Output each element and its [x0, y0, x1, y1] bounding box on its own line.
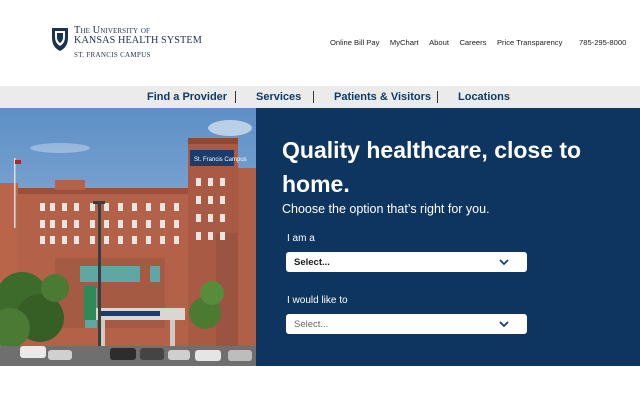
jayhawk-shield-logo-icon: [52, 28, 68, 51]
nav-divider: [313, 91, 314, 103]
main-nav: Find a Provider Services Patients & Visi…: [0, 86, 640, 108]
phone-number-link[interactable]: 785-295-8000: [579, 38, 626, 47]
nav-item-patients-visitors[interactable]: Patients & Visitors: [334, 91, 431, 103]
chevron-down-icon: [499, 321, 509, 328]
i-would-like-to-label: I would like to: [287, 295, 348, 306]
nav-divider: [437, 91, 438, 103]
i-would-like-to-select[interactable]: Select...: [286, 314, 527, 334]
utility-link-online-bill-pay[interactable]: Online Bill Pay: [330, 38, 379, 47]
utility-link-careers[interactable]: Careers: [459, 38, 486, 47]
i-am-a-select[interactable]: Select...: [286, 252, 527, 272]
hero-section: St. Francis Campus Quality healthcare, c…: [0, 108, 640, 366]
nav-item-find-a-provider[interactable]: Find a Provider: [147, 91, 227, 103]
utility-link-price-transparency[interactable]: Price Transparency: [497, 38, 562, 47]
nav-item-locations[interactable]: Locations: [458, 91, 510, 103]
brand-line-3: St. Francis Campus: [74, 51, 151, 59]
i-am-a-label: I am a: [287, 233, 315, 244]
utility-link-about[interactable]: About: [429, 38, 449, 47]
brand-line-2: Kansas Health System: [74, 35, 202, 46]
hero-panel: Quality healthcare, close to home. Choos…: [256, 108, 640, 366]
utility-link-mychart[interactable]: MyChart: [390, 38, 419, 47]
hero-subtitle: Choose the option that’s right for you.: [282, 202, 490, 216]
nav-divider: [235, 91, 236, 103]
hero-headline: Quality healthcare, close to home.: [282, 137, 582, 197]
hospital-building-photo: St. Francis Campus: [0, 108, 256, 366]
i-am-a-select-value: Select...: [294, 257, 330, 268]
site-header: The University of Kansas Health System S…: [0, 0, 640, 86]
utility-nav: Online Bill Pay MyChart About Careers Pr…: [330, 38, 573, 47]
nav-item-services[interactable]: Services: [256, 91, 301, 103]
building-sign-text: St. Francis Campus: [194, 157, 247, 163]
site-logo[interactable]: The University of Kansas Health System S…: [50, 25, 202, 59]
i-would-like-to-select-value: Select...: [294, 319, 329, 330]
chevron-down-icon: [499, 259, 509, 266]
